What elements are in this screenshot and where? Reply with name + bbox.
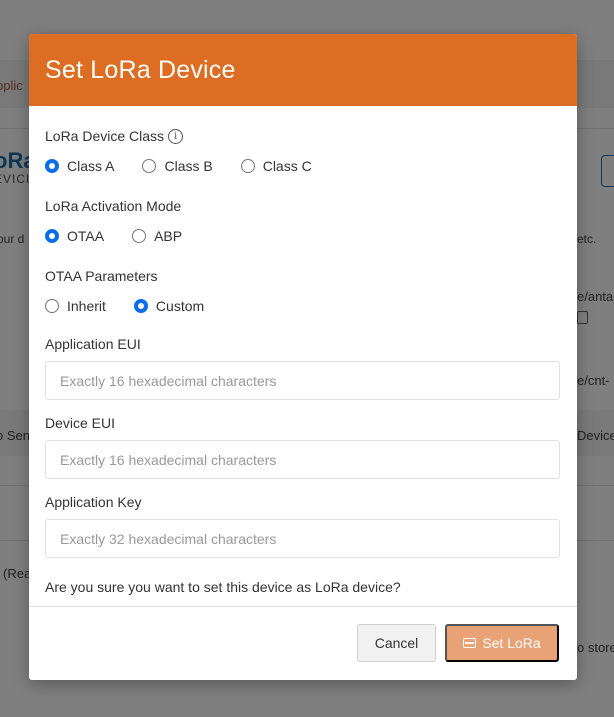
device-eui-group: Device EUI Exactly 16 hexadecimal charac… (45, 413, 561, 479)
radio-button[interactable] (142, 159, 157, 173)
radio-label[interactable]: Class B (164, 158, 212, 174)
radio-label[interactable]: Inherit (67, 298, 106, 314)
application-eui-group: Application EUI Exactly 16 hexadecimal c… (45, 334, 561, 400)
device-class-label: LoRa Device Class i (45, 126, 561, 146)
dialog-body: LoRa Device Class i Class A Class B Clas… (29, 106, 577, 595)
set-lora-button-label: Set LoRa (482, 635, 541, 651)
device-class-options: Class A Class B Class C (45, 155, 561, 177)
dialog-title: Set LoRa Device (45, 55, 236, 84)
radio-custom[interactable]: Custom (133, 298, 204, 314)
radio-button-checked[interactable] (133, 299, 148, 313)
radio-abp[interactable]: ABP (132, 228, 182, 244)
application-key-label: Application Key (45, 494, 142, 510)
radio-class-b[interactable]: Class B (142, 158, 213, 174)
set-lora-device-dialog: Set LoRa Device LoRa Device Class i Clas… (29, 34, 577, 680)
device-eui-input[interactable]: Exactly 16 hexadecimal characters (45, 440, 560, 479)
device-eui-label: Device EUI (45, 415, 116, 431)
activation-mode-group: LoRa Activation Mode OTAA ABP (45, 196, 561, 247)
radio-class-a[interactable]: Class A (45, 158, 114, 174)
cancel-button[interactable]: Cancel (357, 624, 436, 662)
radio-label[interactable]: Custom (156, 298, 204, 314)
radio-label[interactable]: Class C (263, 158, 312, 174)
otaa-parameters-label: OTAA Parameters (45, 268, 158, 284)
radio-label[interactable]: Class A (67, 158, 114, 174)
radio-button[interactable] (45, 299, 59, 313)
radio-label[interactable]: OTAA (67, 228, 104, 244)
dialog-footer: Cancel Set LoRa (29, 606, 577, 680)
info-icon[interactable]: i (168, 128, 184, 144)
radio-inherit[interactable]: Inherit (45, 298, 106, 314)
radio-label[interactable]: ABP (154, 228, 182, 244)
set-lora-button[interactable]: Set LoRa (445, 624, 559, 662)
activation-mode-options: OTAA ABP (45, 225, 561, 247)
application-key-input[interactable]: Exactly 32 hexadecimal characters (45, 519, 560, 558)
radio-button[interactable] (240, 159, 255, 173)
radio-button[interactable] (132, 229, 147, 243)
otaa-parameters-group: OTAA Parameters Inherit Custom (45, 266, 561, 317)
application-eui-label: Application EUI (45, 336, 141, 352)
radio-button-checked[interactable] (45, 159, 59, 173)
application-key-group: Application Key Exactly 32 hexadecimal c… (45, 492, 561, 558)
activation-mode-label: LoRa Activation Mode (45, 198, 182, 214)
confirmation-message: Are you sure you want to set this device… (45, 579, 401, 595)
radio-otaa[interactable]: OTAA (45, 228, 104, 244)
radio-button-checked[interactable] (45, 229, 59, 243)
device-class-label-text: LoRa Device Class (45, 128, 165, 144)
application-eui-input[interactable]: Exactly 16 hexadecimal characters (45, 361, 560, 400)
otaa-parameters-options: Inherit Custom (45, 295, 561, 317)
dialog-header: Set LoRa Device (29, 34, 577, 106)
lora-device-icon (463, 638, 477, 648)
device-class-group: LoRa Device Class i Class A Class B Clas… (45, 126, 561, 177)
radio-class-c[interactable]: Class C (240, 158, 312, 174)
